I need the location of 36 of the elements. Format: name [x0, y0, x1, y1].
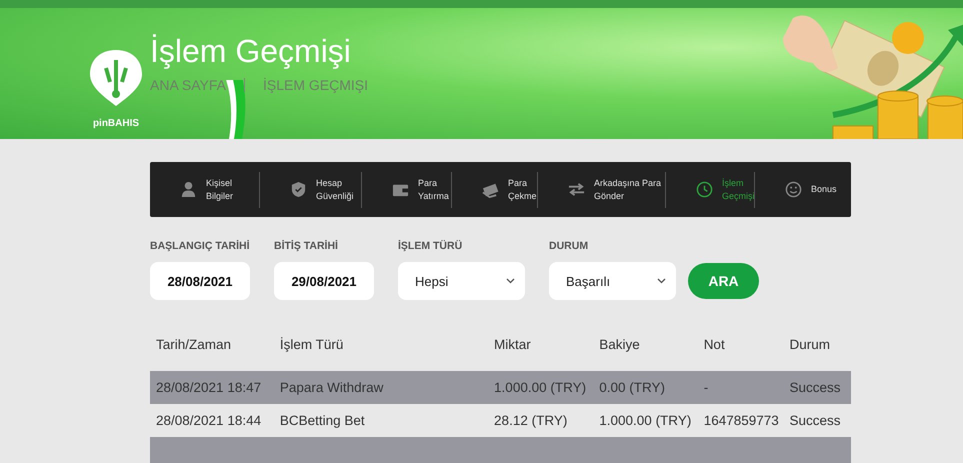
- account-menu-tab[interactable]: Para Çekme: [452, 172, 538, 208]
- column-header: İşlem Türü: [274, 336, 488, 371]
- account-menu-tab[interactable]: Para Yatırma: [362, 172, 452, 208]
- table-cell: Success: [784, 371, 851, 404]
- column-header: Not: [698, 336, 784, 371]
- table-cell: 1.000.00 (TRY): [488, 371, 594, 404]
- column-header: Miktar: [488, 336, 594, 371]
- date-input-field[interactable]: 29/08/2021: [274, 262, 374, 300]
- table-cell: 28.12 (TRY): [488, 404, 594, 437]
- table-cell: Success: [784, 404, 851, 437]
- table-cell: 1.000.00 (TRY): [593, 404, 698, 437]
- dropdown-select[interactable]: Başarılı: [549, 262, 676, 300]
- table-cell: 28/08/2021 18:47: [150, 371, 274, 404]
- brand-logo-text: pinBAHIS: [92, 118, 140, 129]
- table-cell: 28/08/2021 18:44: [150, 404, 274, 437]
- page-title: İşlem Geçmişi: [150, 34, 352, 70]
- filter-label: DURUM: [549, 240, 590, 252]
- table-cell: -: [698, 371, 784, 404]
- date-input-field[interactable]: 28/08/2021: [150, 262, 250, 300]
- account-menu-tab[interactable]: Bonus: [755, 172, 851, 208]
- account-menu-tab[interactable]: Hesap Güvenliği: [260, 172, 362, 208]
- column-header: Tarih/Zaman: [150, 336, 274, 371]
- filter-label: BİTİŞ TARİHİ: [274, 240, 339, 252]
- account-menu-tab[interactable]: İşlem Geçmişi: [666, 172, 755, 208]
- account-menu-tab[interactable]: Kişisel Bilgiler: [150, 172, 260, 208]
- column-header: Bakiye: [593, 336, 698, 371]
- table-cell: 1647859773: [698, 404, 784, 437]
- dropdown-select[interactable]: Hepsi: [398, 262, 525, 300]
- account-menu-tab[interactable]: Arkadaşına Para Gönder: [538, 172, 666, 208]
- column-header: Durum: [784, 336, 851, 371]
- filter-label: İŞLEM TÜRÜ: [398, 240, 464, 252]
- table-cell: BCBetting Bet: [274, 404, 488, 437]
- breadcrumb-current: İŞLEM GEÇMIŞI: [263, 77, 368, 94]
- filter-label: BAŞLANGIÇ TARİHİ: [150, 240, 250, 252]
- table-cell: Papara Withdraw: [274, 371, 488, 404]
- table-cell: 0.00 (TRY): [593, 371, 698, 404]
